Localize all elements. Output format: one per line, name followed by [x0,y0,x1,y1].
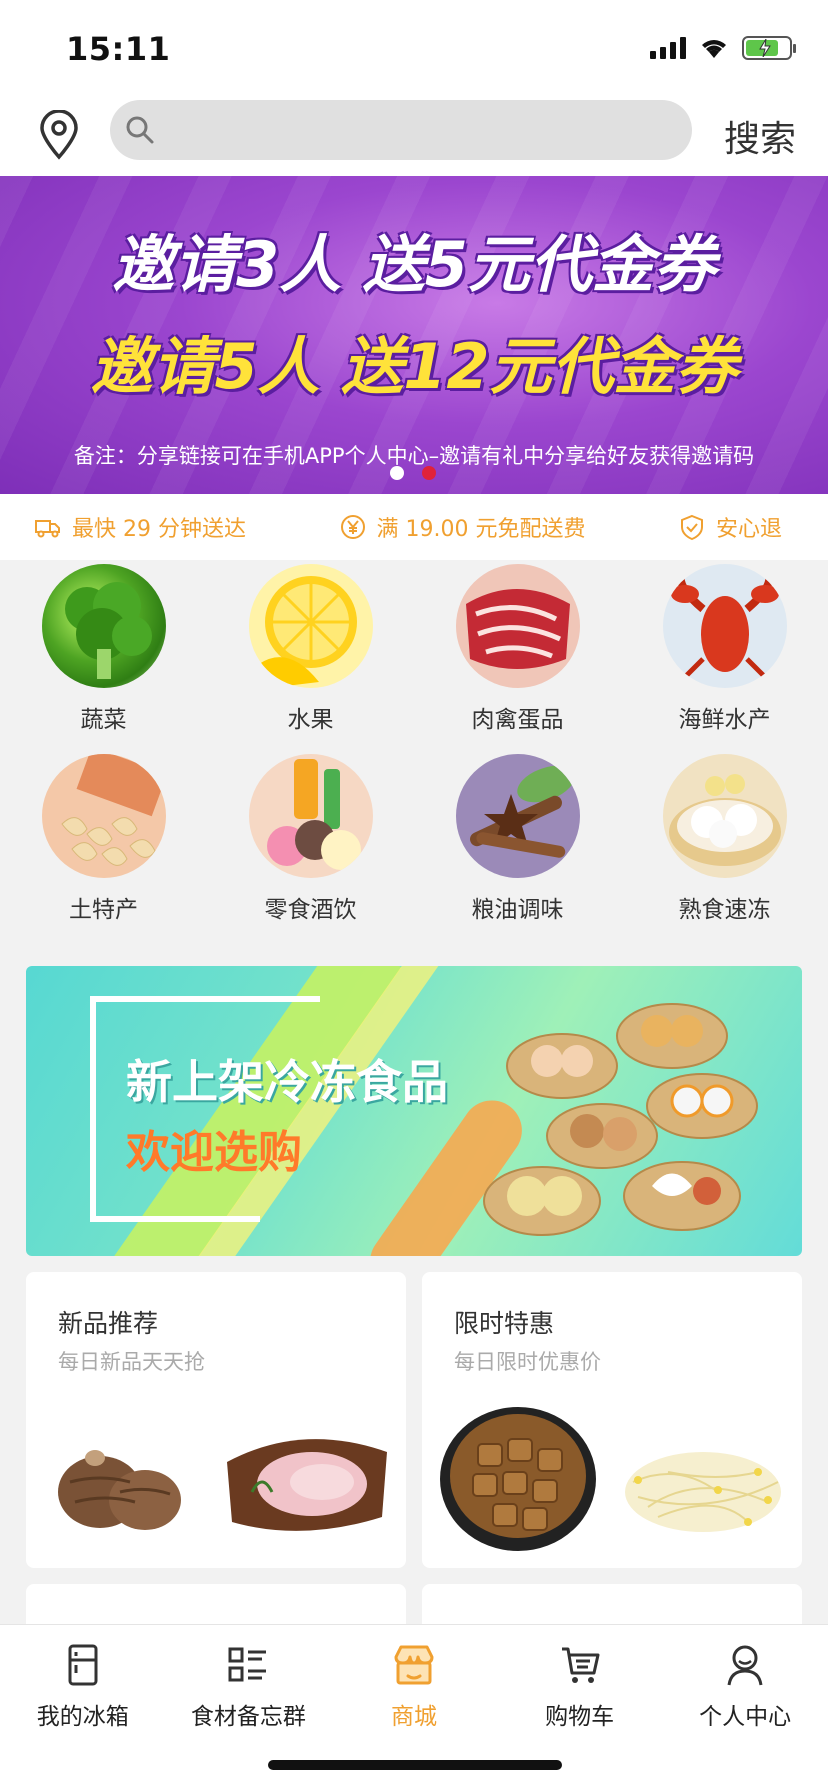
search-icon [126,116,154,144]
snacks-image [248,754,373,878]
lobster-image [662,564,787,688]
status-icons [650,36,796,60]
search-row: 搜索 [0,98,828,176]
promo-title: 新上架冷冻食品 [126,1055,448,1109]
category-fruit[interactable]: 水果 [207,560,414,750]
card-title: 新品推荐 [58,1309,159,1338]
search-bar[interactable] [110,100,692,160]
service-label: 满 19.00 元免配送费 [376,517,586,542]
service-row: 最快 29 分钟送达 满 19.00 元免配送费 安心退 [0,494,828,560]
yen-circle-icon [340,515,365,539]
carousel-dot-active[interactable] [422,466,436,480]
tab-label: 我的冰箱 [36,1704,129,1730]
service-safe-return: 安心退 [678,511,782,543]
card-title: 限时特惠 [454,1309,555,1338]
shield-check-icon [680,514,703,541]
tab-label: 食材备忘群 [190,1704,306,1730]
category-snacks-drinks[interactable]: 零食酒饮 [207,750,414,940]
category-label: 蔬菜 [80,707,127,733]
tab-label: 购物车 [545,1704,615,1730]
steamer-baskets-image [483,1003,758,1236]
delivery-truck-icon [35,520,60,538]
category-label: 海鲜水产 [678,707,771,733]
category-cooked-frozen[interactable]: 熟食速冻 [621,750,828,940]
list-icon [228,1647,267,1682]
meat-image [455,564,580,688]
category-grid: 蔬菜 水果 肉禽蛋品 海鲜水产 土特产 零食酒饮 粮油调味 熟食速冻 [0,560,828,940]
bean-sprouts-image [625,1452,781,1532]
taro-image [58,1450,181,1530]
search-input[interactable] [162,100,672,160]
signal-icon [650,37,686,59]
status-time: 15:11 [66,30,171,68]
search-button[interactable]: 搜索 [724,110,796,162]
banner-line-1: 邀请3人 送5元代金券 [112,228,716,301]
cashew-image [41,754,166,878]
carousel-dots [390,466,436,480]
broccoli-image [41,564,166,688]
category-label: 土特产 [69,897,138,923]
category-meat-eggs[interactable]: 肉禽蛋品 [414,560,621,750]
battery-charging-icon [742,36,796,60]
service-label: 最快 29 分钟送达 [72,517,246,542]
buns-image [662,754,787,878]
lemon-image [248,564,373,688]
pork-image [227,1439,387,1531]
location-pin-icon[interactable] [38,109,80,160]
category-label: 肉禽蛋品 [471,707,564,733]
cart-icon [561,1647,600,1683]
promo-subtitle: 欢迎选购 [126,1127,302,1178]
category-vegetables[interactable]: 蔬菜 [0,560,207,750]
braised-tofu-image [440,1407,596,1551]
tab-profile[interactable]: 个人中心 [662,1625,828,1792]
card-subtitle: 每日限时优惠价 [454,1350,601,1374]
category-seafood[interactable]: 海鲜水产 [621,560,828,750]
category-label: 零食酒饮 [264,897,357,923]
invite-banner[interactable]: 邀请3人 送5元代金券 邀请5人 送12元代金券 备注：分享链接可在手机APP个… [0,176,828,494]
card-subtitle: 每日新品天天抢 [58,1350,205,1374]
spice-image [455,754,580,878]
tab-my-fridge[interactable]: 我的冰箱 [0,1625,166,1792]
frozen-food-promo[interactable]: 新上架冷冻食品 欢迎选购 [26,966,802,1256]
wifi-icon [702,40,726,58]
service-fast-delivery: 最快 29 分钟送达 [34,511,246,543]
banner-line-2: 邀请5人 送12元代金券 [90,330,738,403]
category-label: 熟食速冻 [678,897,771,923]
store-icon [394,1645,434,1685]
service-label: 安心退 [715,517,782,542]
category-label: 水果 [287,707,334,733]
tab-label: 个人中心 [699,1704,792,1730]
category-grain-oil[interactable]: 粮油调味 [414,750,621,940]
user-icon [727,1645,763,1686]
category-label: 粮油调味 [471,897,564,923]
tab-label: 商城 [390,1704,437,1730]
category-local-specialty[interactable]: 土特产 [0,750,207,940]
fridge-icon [68,1644,98,1686]
limited-deals-card[interactable]: 限时特惠 每日限时优惠价 [422,1272,802,1568]
carousel-dot[interactable] [390,466,404,480]
new-products-card[interactable]: 新品推荐 每日新品天天抢 [26,1272,406,1568]
service-free-shipping: 满 19.00 元免配送费 [339,511,586,543]
home-indicator [268,1760,562,1770]
status-bar: 15:11 [0,0,828,98]
